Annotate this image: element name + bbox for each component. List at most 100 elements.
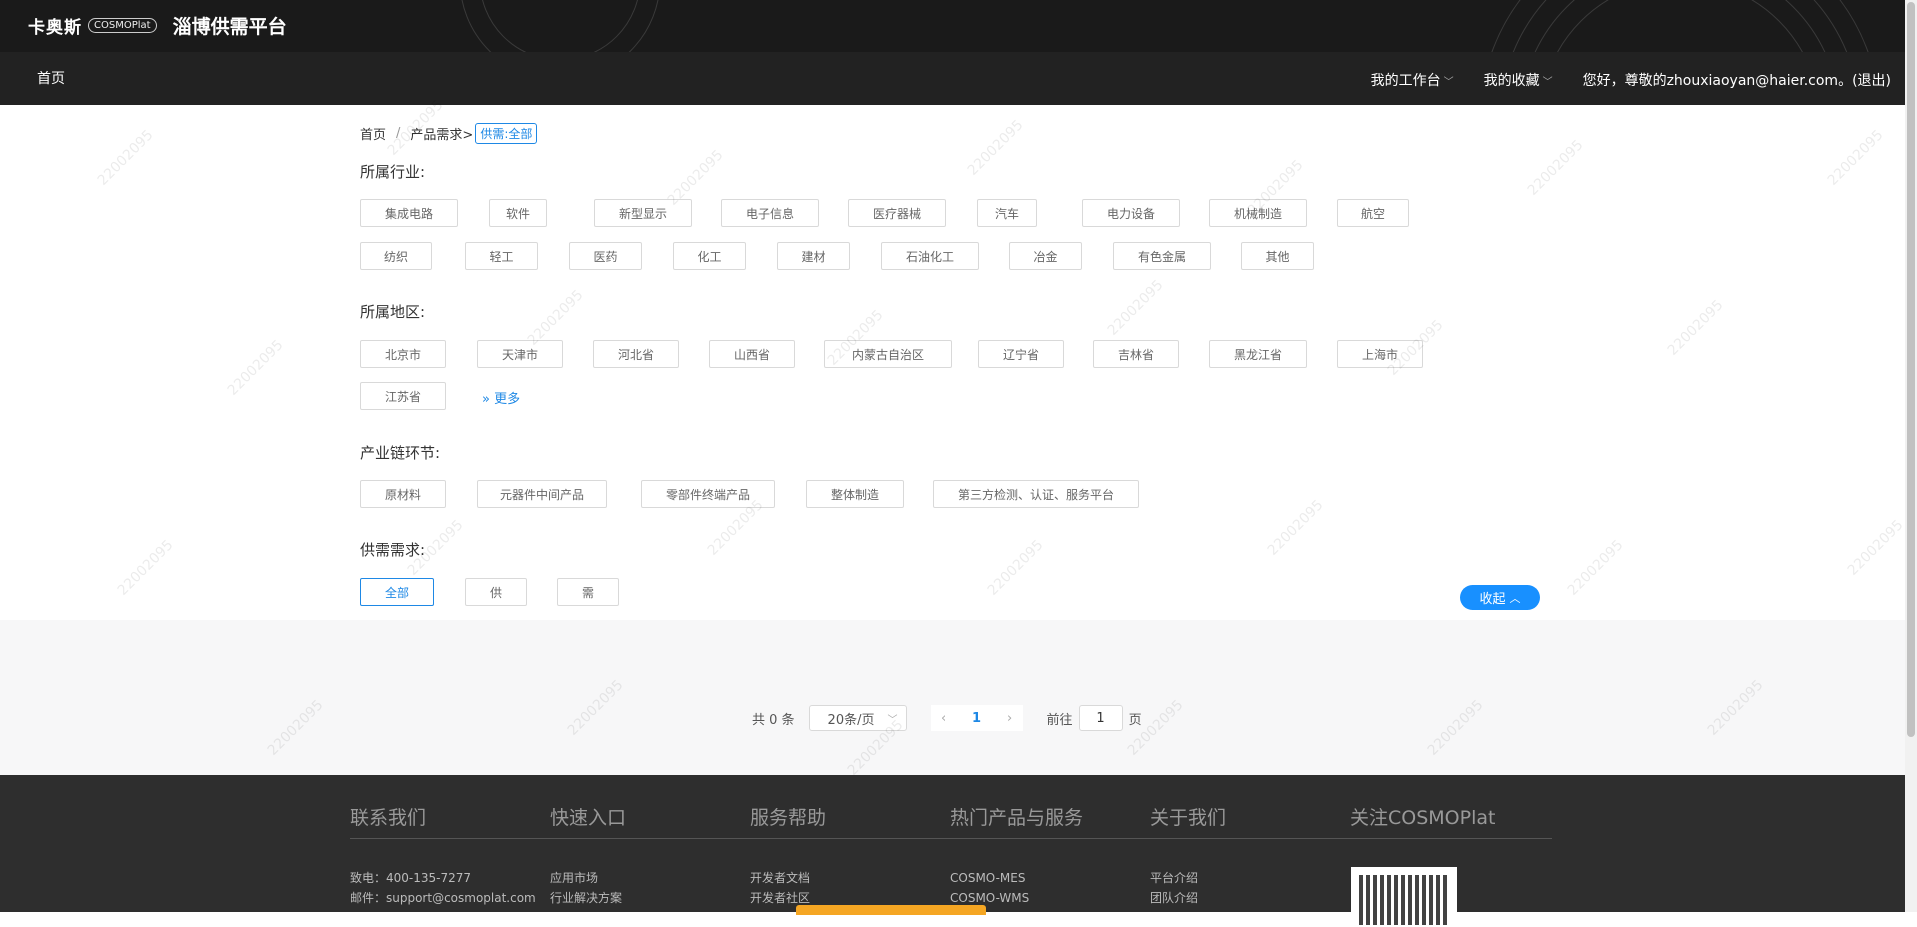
footer-link[interactable]: 行业解决方案 (550, 888, 626, 908)
breadcrumb-home[interactable]: 首页 (360, 124, 386, 143)
watermark-text: 22002095 (94, 127, 157, 189)
page-size-select[interactable]: 20条/页 ﹀ (808, 705, 907, 731)
breadcrumb-separator: / (396, 126, 401, 141)
filter-tag[interactable]: 供需:全部 (475, 123, 538, 144)
logo-text: 卡奥斯 (28, 18, 82, 38)
region-chip[interactable]: 上海市 (1337, 340, 1423, 368)
scrollbar-thumb[interactable] (1907, 2, 1915, 737)
chain-title: 产业链环节: (360, 444, 441, 462)
results-area (0, 620, 1905, 775)
logo-badge: COSMOPlat (88, 18, 157, 33)
total-count: 共 0 条 (752, 712, 795, 728)
goto-page-input[interactable] (1078, 705, 1123, 731)
region-title: 所属地区: (360, 303, 426, 321)
workbench-label: 我的工作台 (1370, 73, 1441, 89)
footer-link[interactable]: 应用市场 (550, 868, 626, 888)
nav-home-link[interactable]: 首页 (37, 68, 65, 88)
favorites-menu[interactable]: 我的收藏 ﹀ (1484, 70, 1553, 90)
industry-chip[interactable]: 机械制造 (1209, 199, 1307, 227)
industry-chip[interactable]: 集成电路 (360, 199, 458, 227)
industry-chip[interactable]: 电子信息 (721, 199, 819, 227)
more-regions-link[interactable]: » 更多 (482, 388, 520, 407)
industry-chip[interactable]: 新型显示 (594, 199, 692, 227)
chevron-down-icon: ﹀ (1443, 77, 1454, 88)
more-label: 更多 (494, 392, 521, 407)
chain-chip[interactable]: 整体制造 (806, 480, 904, 508)
watermark-text: 22002095 (1824, 127, 1887, 189)
industry-chip[interactable]: 冶金 (1009, 242, 1082, 270)
region-chip[interactable]: 天津市 (477, 340, 563, 368)
industry-chip[interactable]: 建材 (777, 242, 850, 270)
supply-chip[interactable]: 全部 (360, 578, 434, 606)
industry-chip[interactable]: 汽车 (977, 199, 1037, 227)
watermark-text: 22002095 (984, 537, 1047, 599)
favorites-label: 我的收藏 (1483, 73, 1540, 89)
collapse-button[interactable]: 收起 ︿ (1460, 585, 1540, 610)
platform-title: 淄博供需平台 (172, 16, 287, 38)
footer-column-title: 关注COSMOPlat (1350, 807, 1496, 829)
region-chip[interactable]: 河北省 (593, 340, 679, 368)
region-chip[interactable]: 内蒙古自治区 (824, 340, 952, 368)
footer-column-title: 快速入口 (550, 807, 627, 829)
footer-column-title: 联系我们 (350, 807, 427, 829)
chain-chip[interactable]: 原材料 (360, 480, 446, 508)
footer-link[interactable]: 团队介绍 (1150, 888, 1226, 908)
industry-chip[interactable]: 其他 (1241, 242, 1314, 270)
goto-label: 前往 (1046, 712, 1073, 728)
watermark-text: 22002095 (1664, 297, 1727, 359)
watermark-text: 22002095 (114, 537, 177, 599)
industry-chip[interactable]: 石油化工 (881, 242, 979, 270)
supply-chip[interactable]: 供 (465, 578, 527, 606)
watermark-text: 22002095 (1524, 137, 1587, 199)
footer-column-title: 热门产品与服务 (950, 807, 1084, 829)
region-chip[interactable]: 江苏省 (360, 382, 446, 410)
chevron-down-icon: ﹀ (1542, 77, 1553, 88)
chain-chip[interactable]: 第三方检测、认证、服务平台 (933, 480, 1139, 508)
supply-chip[interactable]: 需 (557, 578, 619, 606)
industry-chip[interactable]: 航空 (1337, 199, 1409, 227)
footer: 联系我们致电：400-135-7277 邮件：support@cosmoplat.… (0, 775, 1905, 927)
industry-chip[interactable]: 有色金属 (1113, 242, 1211, 270)
page-size-value: 20条/页 (827, 712, 875, 728)
brand-logo[interactable]: 卡奥斯 COSMOPlat 淄博供需平台 (28, 12, 287, 39)
chain-chip[interactable]: 元器件中间产品 (477, 480, 607, 508)
region-chip[interactable]: 黑龙江省 (1209, 340, 1307, 368)
industry-chip[interactable]: 轻工 (465, 242, 538, 270)
chevron-down-icon: ﹀ (887, 714, 898, 726)
industry-chip[interactable]: 医药 (569, 242, 642, 270)
industry-chip[interactable]: 电力设备 (1082, 199, 1180, 227)
footer-link[interactable]: 平台介绍 (1150, 868, 1226, 888)
region-chip[interactable]: 北京市 (360, 340, 446, 368)
floating-badge[interactable] (796, 905, 986, 915)
double-chevron-right-icon: » (482, 392, 490, 407)
footer-column: 关于我们 平台介绍 团队介绍 (1150, 803, 1226, 908)
industry-chip[interactable]: 化工 (673, 242, 746, 270)
industry-chip[interactable]: 软件 (489, 199, 547, 227)
industry-chip[interactable]: 纺织 (360, 242, 432, 270)
workbench-menu[interactable]: 我的工作台 ﹀ (1371, 70, 1454, 90)
watermark-text: 22002095 (1844, 517, 1907, 579)
footer-link[interactable]: 开发者文档 (750, 868, 826, 888)
page-unit-label: 页 (1128, 712, 1142, 728)
footer-column: 服务帮助 开发者文档 开发者社区 (750, 803, 826, 908)
region-chip[interactable]: 吉林省 (1093, 340, 1179, 368)
breadcrumb: 首页 / 产品需求> 供需:全部 (360, 123, 538, 144)
footer-column-title: 服务帮助 (750, 807, 827, 829)
chain-chip[interactable]: 零部件终端产品 (641, 480, 775, 508)
footer-column: 快速入口应用市场 行业解决方案 (550, 803, 626, 908)
footer-link[interactable]: 致电：400-135-7277 (350, 868, 536, 888)
footer-link[interactable]: COSMO-MES (950, 868, 1083, 888)
footer-link[interactable]: 邮件：support@cosmoplat.com (350, 888, 536, 908)
user-greeting-logout[interactable]: 您好，尊敬的zhouxiaoyan@haier.com。(退出) (1583, 70, 1891, 90)
current-page-number[interactable]: 1 (956, 705, 997, 731)
industry-chip[interactable]: 医疗器械 (848, 199, 946, 227)
pagination: 共 0 条 20条/页 ﹀ ‹ 1 › 前往 页 (752, 705, 1142, 731)
watermark-text: 22002095 (224, 337, 287, 399)
page-scrollbar[interactable] (1905, 0, 1917, 912)
region-chip[interactable]: 山西省 (709, 340, 795, 368)
qr-code-image (1351, 867, 1457, 927)
watermark-text: 22002095 (1104, 277, 1167, 339)
prev-page-button[interactable]: ‹ (930, 705, 957, 731)
region-chip[interactable]: 辽宁省 (978, 340, 1064, 368)
next-page-button[interactable]: › (996, 705, 1023, 731)
